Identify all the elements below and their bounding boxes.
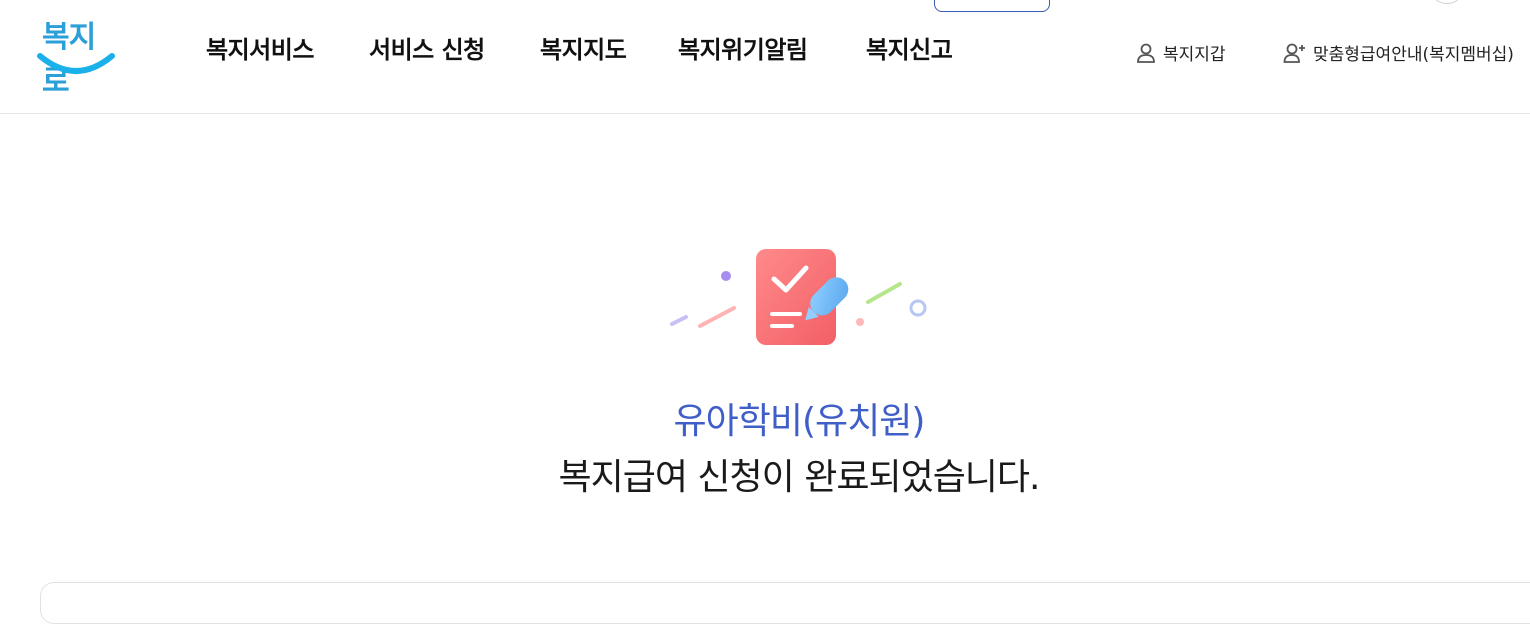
bokjiro-logo[interactable]: 복지로 [36, 12, 116, 99]
nav-welfare-map[interactable]: 복지지도 [540, 30, 627, 65]
logo-smile-icon [37, 53, 115, 74]
user-add-icon [1283, 43, 1305, 63]
custom-benefit-link[interactable]: 맞춤형급여안내(복지멤버십) [1283, 40, 1514, 65]
service-name: 유아학비(유치원) [673, 401, 926, 442]
custom-benefit-label: 맞춤형급여안내(복지멤버십) [1313, 45, 1514, 65]
welfare-wallet-label: 복지지갑 [1163, 45, 1226, 65]
nav-welfare-services[interactable]: 복지서비스 [206, 30, 314, 65]
user-icon [1137, 43, 1155, 63]
application-complete-icon [670, 249, 927, 345]
nav-crisis-alert[interactable]: 복지위기알림 [678, 30, 808, 65]
next-section-card [40, 582, 1530, 624]
completion-message: 복지급여 신청이 완료되었습니다. [558, 457, 1040, 498]
top-banner-button[interactable] [934, 0, 1050, 12]
completion-panel: 유아학비(유치원) 복지급여 신청이 완료되었습니다. [0, 114, 1530, 584]
nav-service-application[interactable]: 서비스 신청 [369, 30, 485, 65]
site-header: 복지로 복지서비스 서비스 신청 복지지도 복지위기알림 복지신고 복지지갑 맞… [0, 0, 1530, 114]
welfare-wallet-link[interactable]: 복지지갑 [1135, 40, 1226, 65]
top-circle-button[interactable] [1433, 0, 1461, 4]
nav-welfare-report[interactable]: 복지신고 [866, 30, 953, 65]
